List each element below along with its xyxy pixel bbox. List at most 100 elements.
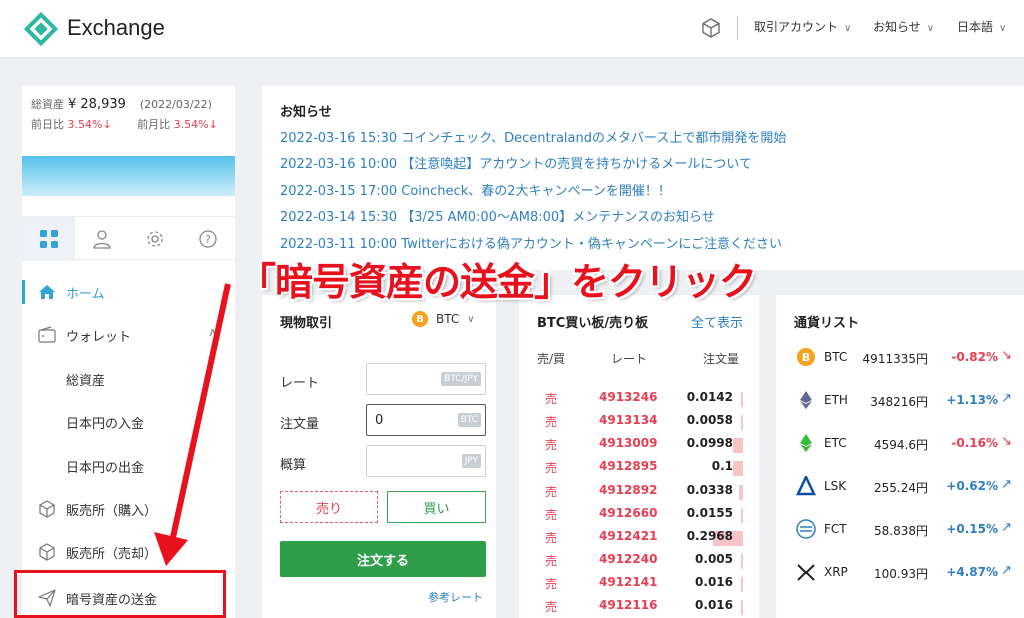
order-rate: 4912660 (599, 506, 658, 520)
order-quantity: 0.0338 (686, 483, 733, 497)
order-quantity: 0.2968 (686, 529, 733, 543)
currency-symbol: ETH (824, 393, 848, 407)
order-book-row[interactable]: 売 4912141 0.016 (519, 575, 759, 598)
coin-select[interactable]: B BTC ∨ (412, 311, 475, 327)
brand-name[interactable]: Exchange (67, 15, 165, 41)
currency-symbol: ETC (824, 436, 847, 450)
tab-dashboard[interactable] (22, 217, 75, 261)
menu-trading-account[interactable]: 取引アカウント ∨ (754, 18, 851, 35)
currency-row-etc[interactable]: ETC 4594.6円 -0.16% ↘ (776, 433, 1024, 476)
currency-price: 4594.6円 (874, 438, 928, 452)
rate-input[interactable]: BTC/JPY (366, 363, 486, 395)
cube-icon[interactable] (700, 17, 722, 39)
order-rate: 4912116 (599, 598, 658, 612)
estimate-label: 概算 (280, 458, 307, 473)
grid-icon (39, 230, 58, 248)
box-icon (39, 543, 55, 561)
currency-price: 100.93円 (874, 567, 928, 581)
order-book-row[interactable]: 売 4912240 0.005 (519, 552, 759, 575)
exchange-logo-icon[interactable] (22, 10, 60, 48)
rate-unit-badge: BTC/JPY (441, 372, 481, 386)
menu-notices-label: お知らせ (873, 20, 921, 34)
currency-symbol: FCT (824, 522, 847, 536)
tab-help[interactable]: ? (181, 217, 234, 261)
reference-rate-link[interactable]: 参考レート (428, 589, 483, 605)
tab-settings[interactable] (128, 217, 181, 261)
menu-notices[interactable]: お知らせ ∨ (873, 18, 934, 35)
asset-changes: 前日比 3.54%↓ 前月比 3.54%↓ (31, 116, 218, 132)
buy-button[interactable]: 買い (387, 491, 486, 523)
trend-up-icon: ↗ (1001, 520, 1012, 535)
user-icon (92, 230, 111, 249)
show-all-link[interactable]: 全て表示 (691, 312, 743, 331)
order-side: 売 (545, 415, 558, 429)
order-quantity: 0.016 (695, 575, 733, 589)
currency-row-eth[interactable]: ETH 348216円 +1.13% ↗ (776, 390, 1024, 433)
estimate-input[interactable]: JPY (366, 445, 486, 477)
notice-link[interactable]: 2022-03-16 10:00 【注意喚起】アカウントの売買を持ちかけるメール… (280, 153, 752, 172)
depth-bar (733, 461, 743, 476)
currency-change: -0.82% (951, 350, 998, 364)
header-divider (737, 16, 738, 40)
notice-link[interactable]: 2022-03-16 15:30 コインチェック、Decentralandのメタ… (280, 127, 786, 146)
depth-bar (741, 577, 743, 592)
quantity-unit-badge: BTC (457, 413, 481, 427)
total-assets-date: (2022/03/22) (139, 98, 212, 111)
fct-icon (796, 519, 816, 539)
order-quantity: 0.0142 (686, 390, 733, 404)
home-icon (39, 285, 55, 299)
currency-row-fct[interactable]: FCT 58.838円 +0.15% ↗ (776, 519, 1024, 562)
order-book-title: BTC買い板/売り板 (537, 316, 649, 331)
order-side: 売 (545, 392, 558, 406)
eth-icon (800, 391, 812, 409)
order-book-row[interactable]: 売 4913009 0.0998 (519, 436, 759, 459)
estimate-unit-badge: JPY (461, 454, 481, 468)
order-rate: 4912240 (599, 552, 658, 566)
order-rate: 4913009 (599, 436, 658, 450)
menu-trading-account-label: 取引アカウント (754, 20, 839, 34)
order-rate: 4912892 (599, 483, 658, 497)
order-book-row[interactable]: 売 4912421 0.2968 (519, 529, 759, 552)
chevron-down-icon: ∨ (844, 23, 852, 34)
order-book-panel: BTC買い板/売り板 全て表示 売/買 レート 注文量 売 4913246 0.01… (519, 295, 759, 618)
depth-bar (741, 415, 743, 430)
asset-chart (22, 156, 235, 196)
currency-row-xrp[interactable]: XRP 100.93円 +4.87% ↗ (776, 562, 1024, 605)
help-icon: ? (198, 230, 217, 248)
top-header: Exchange 取引アカウント ∨ お知らせ ∨ 日本語 ∨ (0, 0, 1024, 58)
wallet-icon (38, 326, 56, 343)
sidebar-item-label: 販売所（売却） (66, 546, 158, 562)
currency-row-lsk[interactable]: LSK 255.24円 +0.62% ↗ (776, 476, 1024, 519)
currency-change: +0.15% (946, 522, 998, 536)
depth-bar (741, 508, 743, 523)
order-book-row[interactable]: 売 4913134 0.0058 (519, 413, 759, 436)
order-side: 売 (545, 485, 558, 499)
place-order-button[interactable]: 注文する (280, 541, 486, 577)
rate-label: レート (280, 376, 320, 391)
menu-language-label: 日本語 (957, 20, 994, 34)
order-book-row[interactable]: 売 4912660 0.0155 (519, 506, 759, 529)
quantity-input[interactable]: 0 BTC (366, 404, 486, 436)
total-assets: 総資産 ¥ 28,939 (2022/03/22) (31, 96, 212, 112)
order-book-row[interactable]: 売 4913246 0.0142 (519, 390, 759, 413)
notice-link[interactable]: 2022-03-11 10:00 Twitterにおける偽アカウント・偽キャンペ… (280, 233, 782, 252)
order-book-row[interactable]: 売 4912116 0.016 (519, 598, 759, 618)
order-book-row[interactable]: 売 4912892 0.0338 (519, 483, 759, 506)
currency-row-btc[interactable]: B BTC 4911335円 -0.82% ↘ (776, 347, 1024, 390)
order-side: 売 (545, 577, 558, 591)
order-book-row[interactable]: 売 4912895 0.1 (519, 459, 759, 482)
menu-language[interactable]: 日本語 ∨ (957, 18, 1006, 35)
month-change-label: 前月比 (137, 118, 171, 131)
notice-link[interactable]: 2022-03-15 17:00 Coincheck、春の2大キャンペーンを開催… (280, 180, 671, 199)
order-side: 売 (545, 531, 558, 545)
tab-account[interactable] (75, 217, 128, 261)
currency-symbol: LSK (824, 479, 847, 493)
notice-link[interactable]: 2022-03-14 15:30 【3/25 AM0:00〜AM8:00】メンテ… (280, 206, 715, 225)
sidebar-item-label: 日本円の入金 (66, 416, 145, 432)
annotation-arrow-icon (154, 283, 231, 566)
sell-button[interactable]: 売り (280, 491, 378, 523)
depth-bar (733, 438, 743, 453)
trend-down-icon: ↘ (1001, 348, 1012, 363)
btc-icon: B (797, 348, 815, 366)
currency-change: -0.16% (951, 436, 998, 450)
